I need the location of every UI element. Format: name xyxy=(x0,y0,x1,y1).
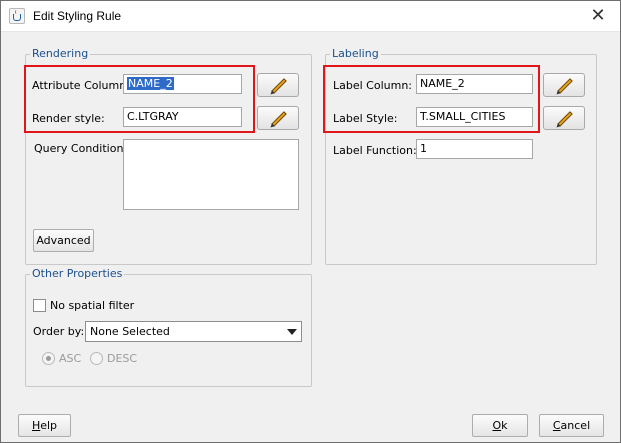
label-style-edit-button[interactable] xyxy=(543,106,585,130)
desc-label: DESC xyxy=(107,352,138,365)
order-by-selected-value: None Selected xyxy=(90,325,170,338)
order-by-select[interactable]: None Selected xyxy=(85,321,302,342)
label-function-label: Label Function: xyxy=(333,144,417,157)
other-properties-legend: Other Properties xyxy=(30,267,125,280)
close-icon[interactable]: ✕ xyxy=(578,2,618,31)
pencil-icon xyxy=(271,111,287,127)
rendering-legend: Rendering xyxy=(30,47,91,60)
no-spatial-filter-label: No spatial filter xyxy=(50,299,135,312)
asc-label: ASC xyxy=(59,352,82,365)
help-label: elp xyxy=(40,419,58,432)
ok-mnemonic: O xyxy=(492,419,502,432)
render-style-input[interactable]: C.LTGRAY xyxy=(123,107,242,127)
label-column-edit-button[interactable] xyxy=(543,73,585,97)
query-condition-label: Query Condition: xyxy=(34,142,128,155)
label-style-label: Label Style: xyxy=(333,112,398,125)
ok-button[interactable]: Ok xyxy=(472,414,528,437)
label-style-input[interactable]: T.SMALL_CITIES xyxy=(416,107,533,127)
help-mnemonic: H xyxy=(31,419,41,432)
labeling-legend: Labeling xyxy=(330,47,381,60)
label-column-input[interactable]: NAME_2 xyxy=(416,74,533,94)
cancel-button[interactable]: Cancel xyxy=(539,414,604,437)
window-title: Edit Styling Rule xyxy=(33,9,122,23)
attribute-columns-edit-button[interactable] xyxy=(257,73,299,97)
query-condition-textarea[interactable] xyxy=(123,139,299,210)
ok-label: k xyxy=(501,419,508,432)
chevron-down-icon xyxy=(287,329,297,335)
cancel-mnemonic: C xyxy=(552,419,561,432)
title-bar: Edit Styling Rule ✕ xyxy=(1,1,620,32)
asc-radio[interactable] xyxy=(42,352,55,365)
cancel-label: ancel xyxy=(560,419,591,432)
label-function-input[interactable]: 1 xyxy=(416,139,533,159)
java-cup-icon xyxy=(9,8,25,24)
render-style-edit-button[interactable] xyxy=(257,106,299,130)
desc-radio[interactable] xyxy=(90,352,103,365)
attribute-columns-input[interactable]: NAME_2 xyxy=(123,74,242,94)
pencil-icon xyxy=(557,111,573,127)
edit-styling-rule-dialog: Edit Styling Rule ✕ Rendering Attribute … xyxy=(0,0,621,443)
advanced-button[interactable]: Advanced xyxy=(33,229,94,252)
no-spatial-filter-checkbox[interactable] xyxy=(33,299,46,312)
pencil-icon xyxy=(557,78,573,94)
label-column-label: Label Column: xyxy=(333,79,413,92)
attribute-columns-label: Attribute Columns xyxy=(32,79,132,92)
render-style-label: Render style: xyxy=(32,112,105,125)
help-button[interactable]: Help xyxy=(18,414,71,437)
pencil-icon xyxy=(271,78,287,94)
order-by-label: Order by: xyxy=(33,325,85,338)
